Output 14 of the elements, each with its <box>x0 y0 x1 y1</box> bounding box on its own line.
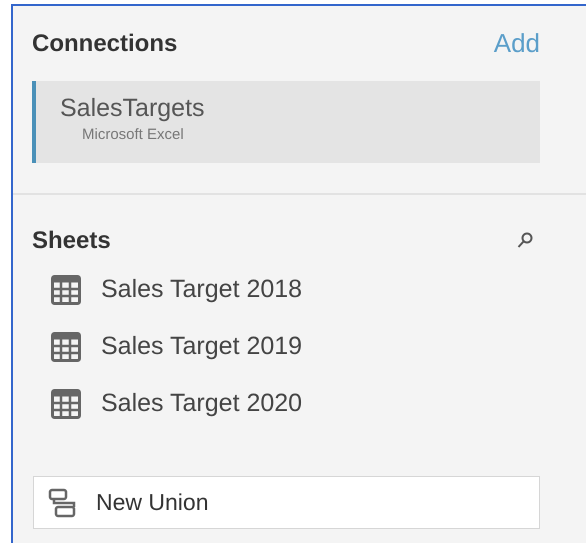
table-icon <box>51 388 81 418</box>
table-icon <box>51 274 81 304</box>
new-union-button[interactable]: New Union <box>33 476 540 529</box>
section-heading: Sheets <box>32 226 111 256</box>
sheet-item[interactable]: Sales Target 2019 <box>51 330 302 363</box>
connection-name: SalesTargets <box>60 93 205 124</box>
sheet-item[interactable]: Sales Target 2018 <box>51 273 302 306</box>
sheet-item[interactable]: Sales Target 2020 <box>51 387 302 420</box>
connection-type: Microsoft Excel <box>82 125 184 146</box>
table-icon <box>51 332 81 362</box>
section-heading: Connections <box>32 28 178 58</box>
union-icon <box>48 488 76 518</box>
search-icon[interactable] <box>517 232 533 250</box>
connection-item[interactable]: SalesTargets Microsoft Excel <box>32 81 540 163</box>
